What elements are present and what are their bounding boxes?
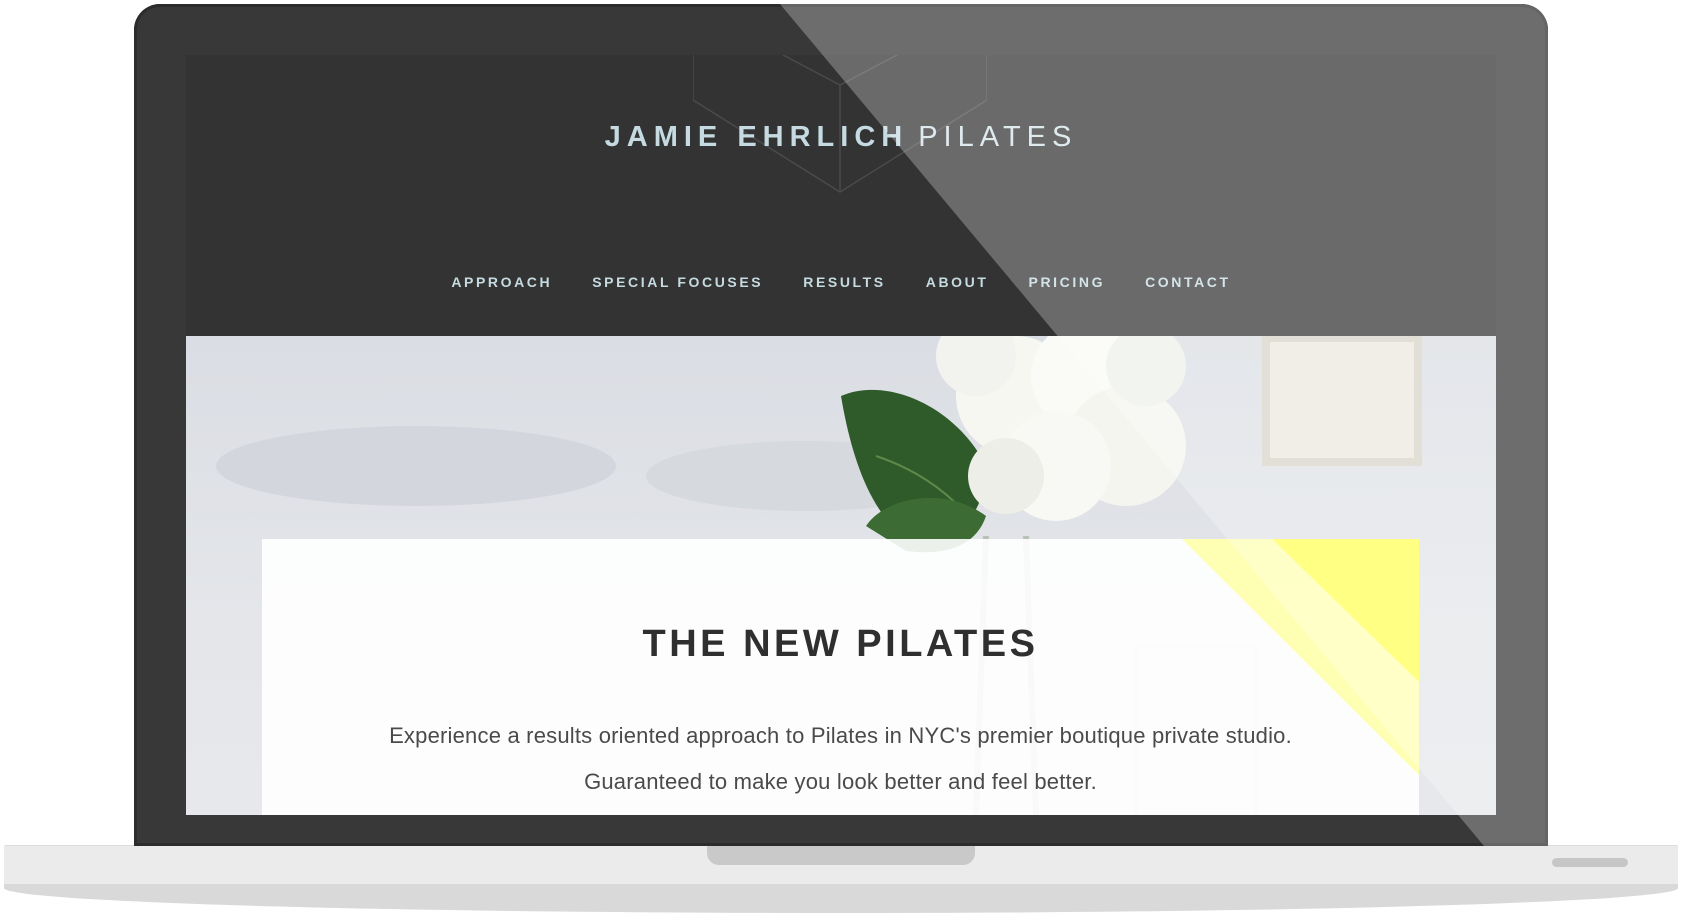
hero-description: Experience a results oriented approach t…	[262, 713, 1419, 805]
hero-description-line-2: Guaranteed to make you look better and f…	[584, 769, 1097, 794]
hero-description-line-1: Experience a results oriented approach t…	[389, 723, 1292, 748]
nav-pricing[interactable]: PRICING	[1009, 274, 1126, 290]
nav-special-focuses[interactable]: SPECIAL FOCUSES	[572, 274, 783, 290]
site-header: JAMIE EHRLICH PILATES APPROACH SPECIAL FO…	[186, 55, 1496, 336]
nav-approach[interactable]: APPROACH	[431, 274, 572, 290]
nav-contact[interactable]: CONTACT	[1125, 274, 1251, 290]
site-logo[interactable]: JAMIE EHRLICH PILATES	[186, 121, 1496, 154]
logo-pilates: PILATES	[918, 121, 1078, 153]
laptop-screen: JAMIE EHRLICH PILATES APPROACH SPECIAL FO…	[186, 55, 1496, 815]
logo-name: JAMIE EHRLICH	[604, 121, 909, 153]
main-nav: APPROACH SPECIAL FOCUSES RESULTS ABOUT P…	[186, 274, 1496, 290]
nav-results[interactable]: RESULTS	[783, 274, 906, 290]
laptop-hinge-notch	[707, 845, 975, 865]
laptop-lid: JAMIE EHRLICH PILATES APPROACH SPECIAL FO…	[134, 4, 1548, 846]
hero-section: THE NEW PILATES Experience a results ori…	[186, 336, 1496, 815]
nav-about[interactable]: ABOUT	[906, 274, 1009, 290]
hero-card: THE NEW PILATES Experience a results ori…	[262, 539, 1419, 815]
laptop-slot	[1552, 858, 1628, 867]
laptop-base-shadow	[4, 883, 1678, 913]
hero-title: THE NEW PILATES	[642, 623, 1039, 665]
